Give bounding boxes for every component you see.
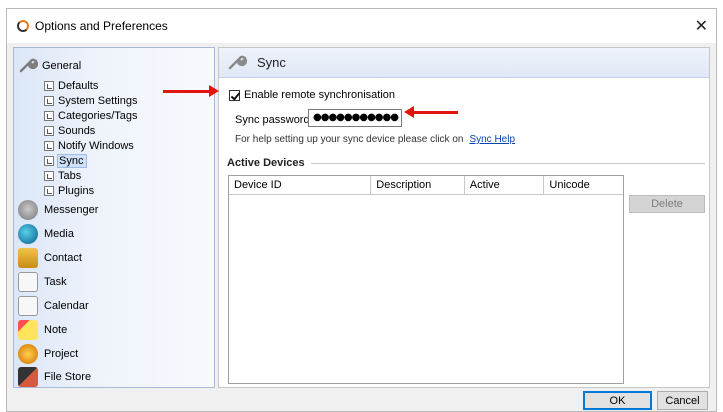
page-icon [44,125,54,136]
sync-password-input[interactable]: ●●●●●●●●●●● [308,109,402,127]
sidebar-item-label: Messenger [44,204,99,216]
sidebar-item-tabs[interactable]: Tabs [44,168,138,183]
table-header: Device ID Description Active Unicode [229,176,623,195]
sidebar-item-label: File Store [44,371,92,383]
sidebar-item-project[interactable]: Project [18,343,78,365]
sidebar-item-system-settings[interactable]: System Settings [44,93,138,108]
dialog-body: General Defaults System Settings Categor… [7,43,716,411]
sidebar-item-label: Note [44,324,68,336]
sidebar-item-file-store[interactable]: File Store [18,366,91,388]
app-logo-icon [17,20,29,32]
sidebar-item-label: Categories/Tags [58,109,138,122]
sidebar-item-contact[interactable]: Contact [18,247,82,269]
active-devices-header: Active Devices [227,156,705,170]
active-devices-title: Active Devices [227,157,305,169]
sidebar-item-defaults[interactable]: Defaults [44,78,138,93]
close-button[interactable]: ✕ [695,16,708,36]
sidebar-item-general[interactable]: General [18,54,81,78]
sync-panel: Sync Enable remote synchronisation Sync … [218,47,710,388]
column-header-description[interactable]: Description [371,176,465,194]
sync-help-link[interactable]: Sync Help [469,134,515,145]
sidebar-item-task[interactable]: Task [18,271,67,293]
wrench-icon [18,56,39,76]
sidebar-item-label: Plugins [58,184,95,197]
sidebar-item-calendar[interactable]: Calendar [18,295,89,317]
sidebar-item-label: Notify Windows [58,139,134,152]
wrench-icon [227,53,248,73]
sync-password-label: Sync password: [235,114,313,126]
page-icon [44,185,54,196]
page-icon [44,155,54,166]
media-icon [18,224,38,244]
sidebar-item-general-label: General [42,60,82,72]
section-divider [310,162,705,164]
panel-title: Sync [257,55,286,70]
sidebar-item-messenger[interactable]: Messenger [18,199,98,221]
annotation-arrow-right [163,85,219,97]
sidebar-item-label: System Settings [58,94,138,107]
panel-header: Sync [219,48,709,78]
sidebar-item-label: Sounds [58,124,96,137]
sidebar-item-label: Media [44,228,74,240]
delete-button[interactable]: Delete [629,195,705,213]
general-subitems: Defaults System Settings Categories/Tags… [44,78,138,198]
sidebar-item-label: Task [44,276,67,288]
cancel-button[interactable]: Cancel [657,391,708,410]
project-icon [18,344,38,364]
annotation-arrow-left [404,106,458,118]
window-title: Options and Preferences [35,19,168,33]
page-icon [44,95,54,106]
sidebar-item-sync[interactable]: Sync [44,153,138,168]
enable-sync-checkbox[interactable]: Enable remote synchronisation [229,89,395,101]
enable-sync-label: Enable remote synchronisation [244,89,396,101]
sidebar-item-label: Sync [56,153,88,168]
active-devices-table[interactable]: Device ID Description Active Unicode [228,175,624,384]
calendar-icon [18,296,38,316]
title-bar: Options and Preferences ✕ [7,9,716,43]
note-icon [18,320,38,340]
column-header-device-id[interactable]: Device ID [229,176,372,194]
sidebar-item-note[interactable]: Note [18,319,67,341]
checkbox-box[interactable] [229,89,240,101]
file-store-icon [18,367,38,387]
help-text: For help setting up your sync device ple… [235,134,464,145]
sidebar-item-label: Contact [44,252,82,264]
sidebar-item-label: Project [44,348,79,360]
sidebar-item-notify-windows[interactable]: Notify Windows [44,138,138,153]
page-icon [44,80,54,91]
sync-help-text: For help setting up your sync device ple… [235,134,515,145]
task-icon [18,272,38,292]
sidebar-item-media[interactable]: Media [18,223,74,245]
messenger-icon [18,200,38,220]
ok-button[interactable]: OK [583,391,652,410]
sidebar-item-sounds[interactable]: Sounds [44,123,138,138]
page-icon [44,170,54,181]
contact-icon [18,248,38,268]
sidebar-item-label: Tabs [58,169,82,182]
sidebar-item-categories-tags[interactable]: Categories/Tags [44,108,138,123]
page-icon [44,110,54,121]
column-header-unicode[interactable]: Unicode [544,176,623,194]
preferences-sidebar: General Defaults System Settings Categor… [13,47,215,388]
sidebar-item-label: Defaults [58,79,99,92]
page-icon [44,140,54,151]
options-window: Options and Preferences ✕ General Defaul… [6,8,717,412]
column-header-active[interactable]: Active [465,176,545,194]
sidebar-item-label: Calendar [44,300,89,312]
sidebar-item-plugins[interactable]: Plugins [44,183,138,198]
